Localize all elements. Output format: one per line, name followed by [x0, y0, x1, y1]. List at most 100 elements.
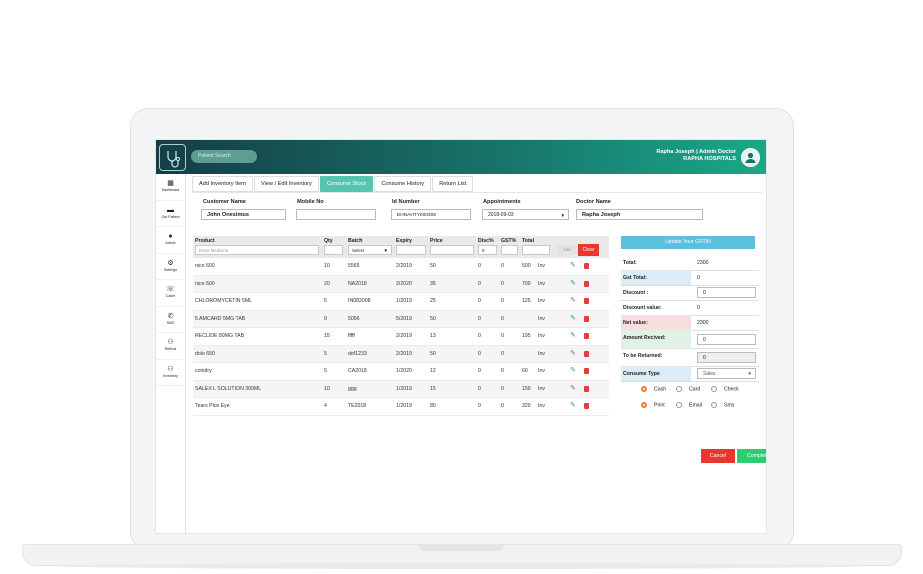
cell-qty: 20 [324, 280, 330, 287]
radio-email[interactable]: Email [676, 402, 702, 408]
cell-batch: fffff [348, 333, 355, 339]
sidebar-item-sms[interactable]: ✆ SMS [156, 307, 185, 333]
cancel-button[interactable]: Cancel [701, 449, 735, 463]
consume-type-select[interactable]: Sales ▼ [697, 368, 756, 379]
radio-print[interactable]: Print [641, 402, 665, 408]
cell-price: 50 [430, 263, 436, 269]
trash-icon[interactable] [584, 403, 589, 409]
gst-total-value: 0 [697, 275, 700, 281]
price-input[interactable] [430, 245, 474, 255]
header-product: Product [195, 238, 215, 244]
cell-gst: 0 [501, 368, 504, 374]
discount-value-row: Discount value: 0 [621, 300, 759, 316]
tab-consume-stock[interactable]: Consume Stock [319, 176, 374, 192]
cell-disc: 0 [478, 333, 481, 339]
total-input[interactable] [522, 245, 550, 255]
cell-batch: ggg [348, 385, 357, 392]
pencil-icon[interactable]: ✎ [570, 261, 576, 269]
pencil-icon[interactable]: ✎ [570, 366, 576, 374]
batch-select[interactable]: Select ▼ [348, 245, 392, 255]
add-button[interactable]: Add [557, 245, 576, 255]
sidebar-item-caller[interactable]: ☏ Caller [156, 280, 185, 307]
sidebar-item-settings[interactable]: ⚙ Settings [156, 254, 185, 280]
to-be-returned-input: 0 [697, 352, 756, 363]
cell-disc: 0 [478, 298, 481, 304]
cell-batch: 5056 [348, 315, 360, 322]
cell-gst: 0 [501, 385, 504, 392]
product-search-input[interactable]: Enter Medicine [195, 245, 319, 255]
cell-expiry: 1/2019 [396, 403, 412, 409]
cell-disc: 0 [478, 403, 481, 409]
consume-type-value: Sales [703, 371, 716, 377]
pencil-icon[interactable]: ✎ [570, 331, 576, 339]
consume-type-row: Consume Type Sales ▼ [621, 366, 759, 382]
amount-received-input[interactable]: 0 [697, 334, 756, 345]
cell-total: 125 [522, 298, 531, 304]
radio-sms[interactable]: Sms [711, 402, 734, 408]
patient-search-input[interactable]: Patient Search [191, 150, 257, 163]
trash-icon[interactable] [584, 315, 589, 322]
pencil-icon[interactable]: ✎ [570, 401, 576, 409]
cell-qty: 10 [324, 263, 330, 269]
radio-cash[interactable]: Cash [641, 386, 666, 392]
sidebar-item-label: Referal [164, 347, 177, 351]
radio-dot [711, 402, 717, 408]
id-number-input[interactable]: EHNAHTY000309 [391, 209, 471, 220]
sidebar-item-dashboard[interactable]: ▦ Dashboard [156, 174, 185, 201]
pencil-icon[interactable]: ✎ [570, 296, 576, 304]
chevron-down-icon: ▼ [383, 248, 388, 253]
gst-input[interactable] [501, 245, 518, 255]
mobile-no-input[interactable] [296, 209, 376, 220]
doctor-name-input[interactable]: Rapha Joseph [576, 209, 703, 220]
qty-input[interactable] [324, 245, 343, 255]
header-total: Total [522, 238, 535, 244]
clear-button[interactable]: Clear [578, 244, 599, 256]
update-gstin-button[interactable]: Update Your GSTIN [621, 236, 755, 249]
trash-icon[interactable] [584, 280, 589, 287]
cell-total: 150 [522, 385, 531, 392]
cell-inv: Inv [538, 333, 545, 339]
expiry-input[interactable] [396, 245, 426, 255]
discount-row: Discount : 0 [621, 285, 759, 301]
radio-check[interactable]: Check [711, 386, 739, 392]
trash-icon[interactable] [584, 385, 589, 392]
cell-batch: IN082008 [348, 298, 371, 304]
pencil-icon[interactable]: ✎ [570, 279, 576, 287]
pencil-icon[interactable]: ✎ [570, 384, 576, 392]
sidebar-item-out-patient[interactable]: ▬ Out Patient [156, 201, 185, 227]
trash-icon[interactable] [584, 298, 589, 304]
trash-icon[interactable] [584, 368, 589, 374]
sidebar-item-referal[interactable]: ⚇ Referal [156, 333, 185, 360]
tab-consume-history[interactable]: Consume History [374, 176, 432, 192]
avatar[interactable] [741, 148, 760, 167]
pencil-icon[interactable]: ✎ [570, 314, 576, 322]
radio-card[interactable]: Card [676, 386, 700, 392]
sidebar-item-label: Inventory [163, 373, 178, 378]
complete-sale-button[interactable]: Complete Sale [737, 449, 766, 463]
table-row: RECLIDE 80MG TAB 15 fffff 2/2019 13 0 0 195 Inv ✎ [193, 328, 609, 346]
discount-input[interactable]: 0 [697, 287, 756, 298]
tab-return-list[interactable]: Return List [432, 176, 474, 192]
tab-add-inventory-item[interactable]: Add Inventory Item [192, 176, 253, 192]
sidebar-item-label: SMS [166, 320, 175, 325]
cell-product: nice 600 [195, 263, 215, 269]
cell-batch: def1233 [348, 350, 367, 357]
cell-total: 500 [522, 263, 531, 269]
table-row: Tears Plus Eye 4 TE2018 1/2019 80 0 0 320 Inv ✎ [193, 398, 609, 416]
customer-name-input[interactable]: John Onesimus [201, 209, 286, 220]
cell-qty: 10 [324, 385, 330, 392]
pencil-icon[interactable]: ✎ [570, 349, 576, 357]
appointments-select[interactable]: 2018-09-03 ▼ [482, 209, 569, 220]
sidebar-item-label: Settings [164, 267, 177, 272]
trash-icon[interactable] [584, 333, 589, 339]
stethoscope-logo-icon[interactable] [159, 144, 186, 171]
sidebar-item-inventory[interactable]: ⚇ Inventory [156, 360, 185, 386]
cell-disc: 0 [478, 315, 481, 322]
sidebar-item-label: Admin [165, 241, 176, 245]
sidebar-item-admin[interactable]: ● Admin [156, 227, 185, 254]
disc-input[interactable]: 0 [478, 245, 497, 255]
tab-view-edit-inventory[interactable]: View / Edit Inventory [253, 176, 319, 192]
trash-icon[interactable] [584, 350, 589, 357]
trash-icon[interactable] [584, 263, 589, 269]
table-row: 5 AMCARD 5MG TAB 0 5056 5/2019 50 0 0 Inv ✎ [193, 310, 609, 328]
